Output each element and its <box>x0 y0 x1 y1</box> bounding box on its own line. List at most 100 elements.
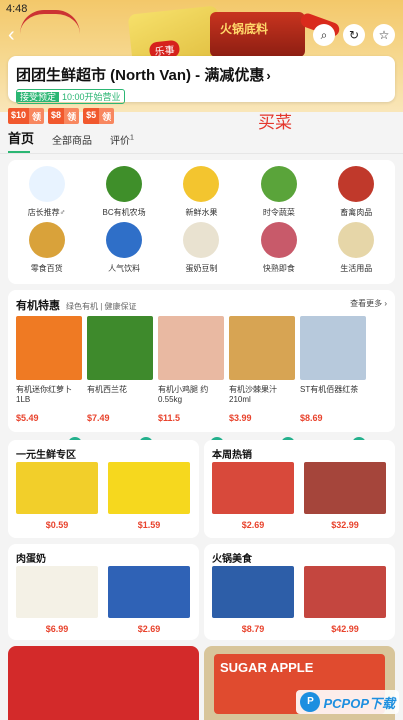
review-count-badge: 1 <box>130 134 134 142</box>
product-image <box>300 316 366 380</box>
category-panel: 店长推荐♂ BC有机农场 新鲜水果 时令蔬菜 畜禽肉品零食百货 人气饮料 蛋奶豆制 快熟即食 生… <box>8 160 395 284</box>
category-item[interactable]: BC有机农场 <box>85 166 162 218</box>
product-image <box>87 316 153 380</box>
store-info-card[interactable]: 团团生鲜超市 (North Van) - 满减优惠 › 接受预定 10:00开始营业 <box>8 56 395 104</box>
category-grid: 店长推荐♂ BC有机农场 新鲜水果 时令蔬菜 畜禽肉品零食百货 人气饮料 蛋奶豆制 快熟即食 生… <box>8 160 395 274</box>
category-item[interactable]: 人气饮料 <box>85 222 162 274</box>
product-card[interactable]: 有机小鸡腿 约0.55kg$11.5+ <box>158 316 224 451</box>
store-name: 团团生鲜超市 (North Van) - 满减优惠 › <box>16 64 387 85</box>
coupon-list: $10 领 $8 领 $5 领 <box>8 108 115 124</box>
product-image <box>16 316 82 380</box>
product-image-bananas <box>16 462 98 514</box>
product-price: $11.5 <box>158 413 181 423</box>
category-label: 新鲜水果 <box>185 208 218 217</box>
product-card[interactable]: 有机西兰花$7.49+ <box>87 316 153 451</box>
category-label: 快熟即食 <box>262 264 295 273</box>
tab-home[interactable]: 首页 <box>8 128 34 153</box>
store-hours-badge: 接受预定 10:00开始营业 <box>16 89 125 104</box>
coupon-10[interactable]: $10 领 <box>8 108 45 124</box>
section-title: 有机特惠 <box>16 300 60 312</box>
category-item[interactable]: 零食百货 <box>8 222 85 274</box>
product-card[interactable]: $8.79 <box>212 566 294 634</box>
chevron-right-icon: › <box>266 68 271 83</box>
category-item[interactable]: 畜禽肉品 <box>318 166 395 218</box>
tab-reviews[interactable]: 评价1 <box>110 132 134 153</box>
organic-product-list: 有机迷你红萝卜 1LB$5.49+有机西兰花$7.49+有机小鸡腿 约0.55k… <box>16 316 366 451</box>
coupon-claim: 领 <box>29 108 45 124</box>
vegetables-icon <box>260 166 297 202</box>
bottle-icon <box>338 222 375 258</box>
snacks-icon <box>28 222 65 258</box>
product-price: $2.69 <box>137 624 161 634</box>
share-icon[interactable]: ↻ <box>343 24 365 46</box>
product-list: $6.99 $2.69 <box>16 566 190 634</box>
category-item[interactable]: 店长推荐♂ <box>8 166 85 218</box>
product-list: $8.79 $42.99 <box>212 566 386 634</box>
coupon-8[interactable]: $8 领 <box>48 108 80 124</box>
header-actions: ⌕ ↻ ☆ <box>313 24 395 46</box>
product-card[interactable]: 有机迷你红萝卜 1LB$5.49+ <box>16 316 82 451</box>
product-price: $42.99 <box>331 624 359 634</box>
section-title: 本周热销 <box>212 450 252 461</box>
coupon-claim: 领 <box>99 108 115 124</box>
product-card[interactable]: $42.99 <box>304 566 386 634</box>
sugar-apple-label: SUGAR APPLE <box>220 660 314 675</box>
weekly-hot-section[interactable]: 本周热销 $2.69 $32.99 <box>204 440 395 538</box>
tab-label: 评价 <box>110 136 131 147</box>
status-time: 4:48 <box>6 3 28 15</box>
see-more-link[interactable]: 查看更多 › <box>350 298 387 309</box>
back-arrow-icon[interactable]: ‹ <box>8 25 28 46</box>
product-image-tofu <box>108 566 190 618</box>
category-label: BC有机农场 <box>102 208 146 217</box>
section-subtitle: 绿色有机 | 健康保证 <box>66 302 137 311</box>
product-price: $1.59 <box>137 520 161 530</box>
steak-icon <box>338 166 375 202</box>
store-tabs: 首页 全部商品 评价1 <box>0 128 403 154</box>
category-label: 人气饮料 <box>108 264 141 273</box>
coupon-amount: $8 <box>48 108 65 124</box>
product-card[interactable]: $2.69 <box>212 462 294 530</box>
coupon-amount: $5 <box>83 108 100 124</box>
category-label: 蛋奶豆制 <box>185 264 218 273</box>
section-title: 火锅美食 <box>212 554 252 565</box>
product-image-lemon <box>108 462 190 514</box>
product-list: $2.69 $32.99 <box>212 462 386 530</box>
strawberry-promo-image[interactable] <box>8 646 199 720</box>
section-header: 有机特惠 绿色有机 | 健康保证 <box>16 297 137 313</box>
product-card[interactable]: ST有机佰器红茶$8.69+ <box>300 316 366 451</box>
category-label: 时令蔬菜 <box>262 208 295 217</box>
category-item[interactable]: 蛋奶豆制 <box>163 222 240 274</box>
search-icon[interactable]: ⌕ <box>313 24 335 46</box>
product-card[interactable]: $0.59 <box>16 462 98 530</box>
product-list: $0.59 $1.59 <box>16 462 190 530</box>
product-price: $0.59 <box>45 520 69 530</box>
category-item[interactable]: 时令蔬菜 <box>240 166 317 218</box>
drink-can-icon <box>106 222 143 258</box>
product-price: $3.99 <box>229 413 252 423</box>
product-card[interactable]: $32.99 <box>304 462 386 530</box>
meat-egg-milk-section[interactable]: 肉蛋奶 $6.99 $2.69 <box>8 544 199 640</box>
section-title: 一元生鲜专区 <box>16 450 76 461</box>
product-image-ribs <box>304 462 386 514</box>
basket-graphic <box>20 10 80 34</box>
favorite-star-icon[interactable]: ☆ <box>373 24 395 46</box>
category-item[interactable]: 生活用品 <box>318 222 395 274</box>
hotpot-section[interactable]: 火锅美食 $8.79 $42.99 <box>204 544 395 640</box>
product-card[interactable]: $6.99 <box>16 566 98 634</box>
coupon-5[interactable]: $5 领 <box>83 108 115 124</box>
one-dollar-section[interactable]: 一元生鲜专区 $0.59 $1.59 <box>8 440 199 538</box>
coupon-claim: 领 <box>64 108 80 124</box>
product-price: $8.79 <box>241 624 265 634</box>
product-image-drinks <box>212 462 294 514</box>
category-item[interactable]: 新鲜水果 <box>163 166 240 218</box>
product-image <box>158 316 224 380</box>
product-image-milk <box>16 566 98 618</box>
product-card[interactable]: $1.59 <box>108 462 190 530</box>
category-item[interactable]: 快熟即食 <box>240 222 317 274</box>
broccoli-icon <box>106 166 143 202</box>
category-label: 生活用品 <box>340 264 373 273</box>
product-card[interactable]: $2.69 <box>108 566 190 634</box>
product-card[interactable]: 有机沙棘果汁 210ml$3.99+ <box>229 316 295 451</box>
tab-all-products[interactable]: 全部商品 <box>52 132 92 153</box>
hotpot-package-graphic: 火锅底料 <box>210 12 305 57</box>
